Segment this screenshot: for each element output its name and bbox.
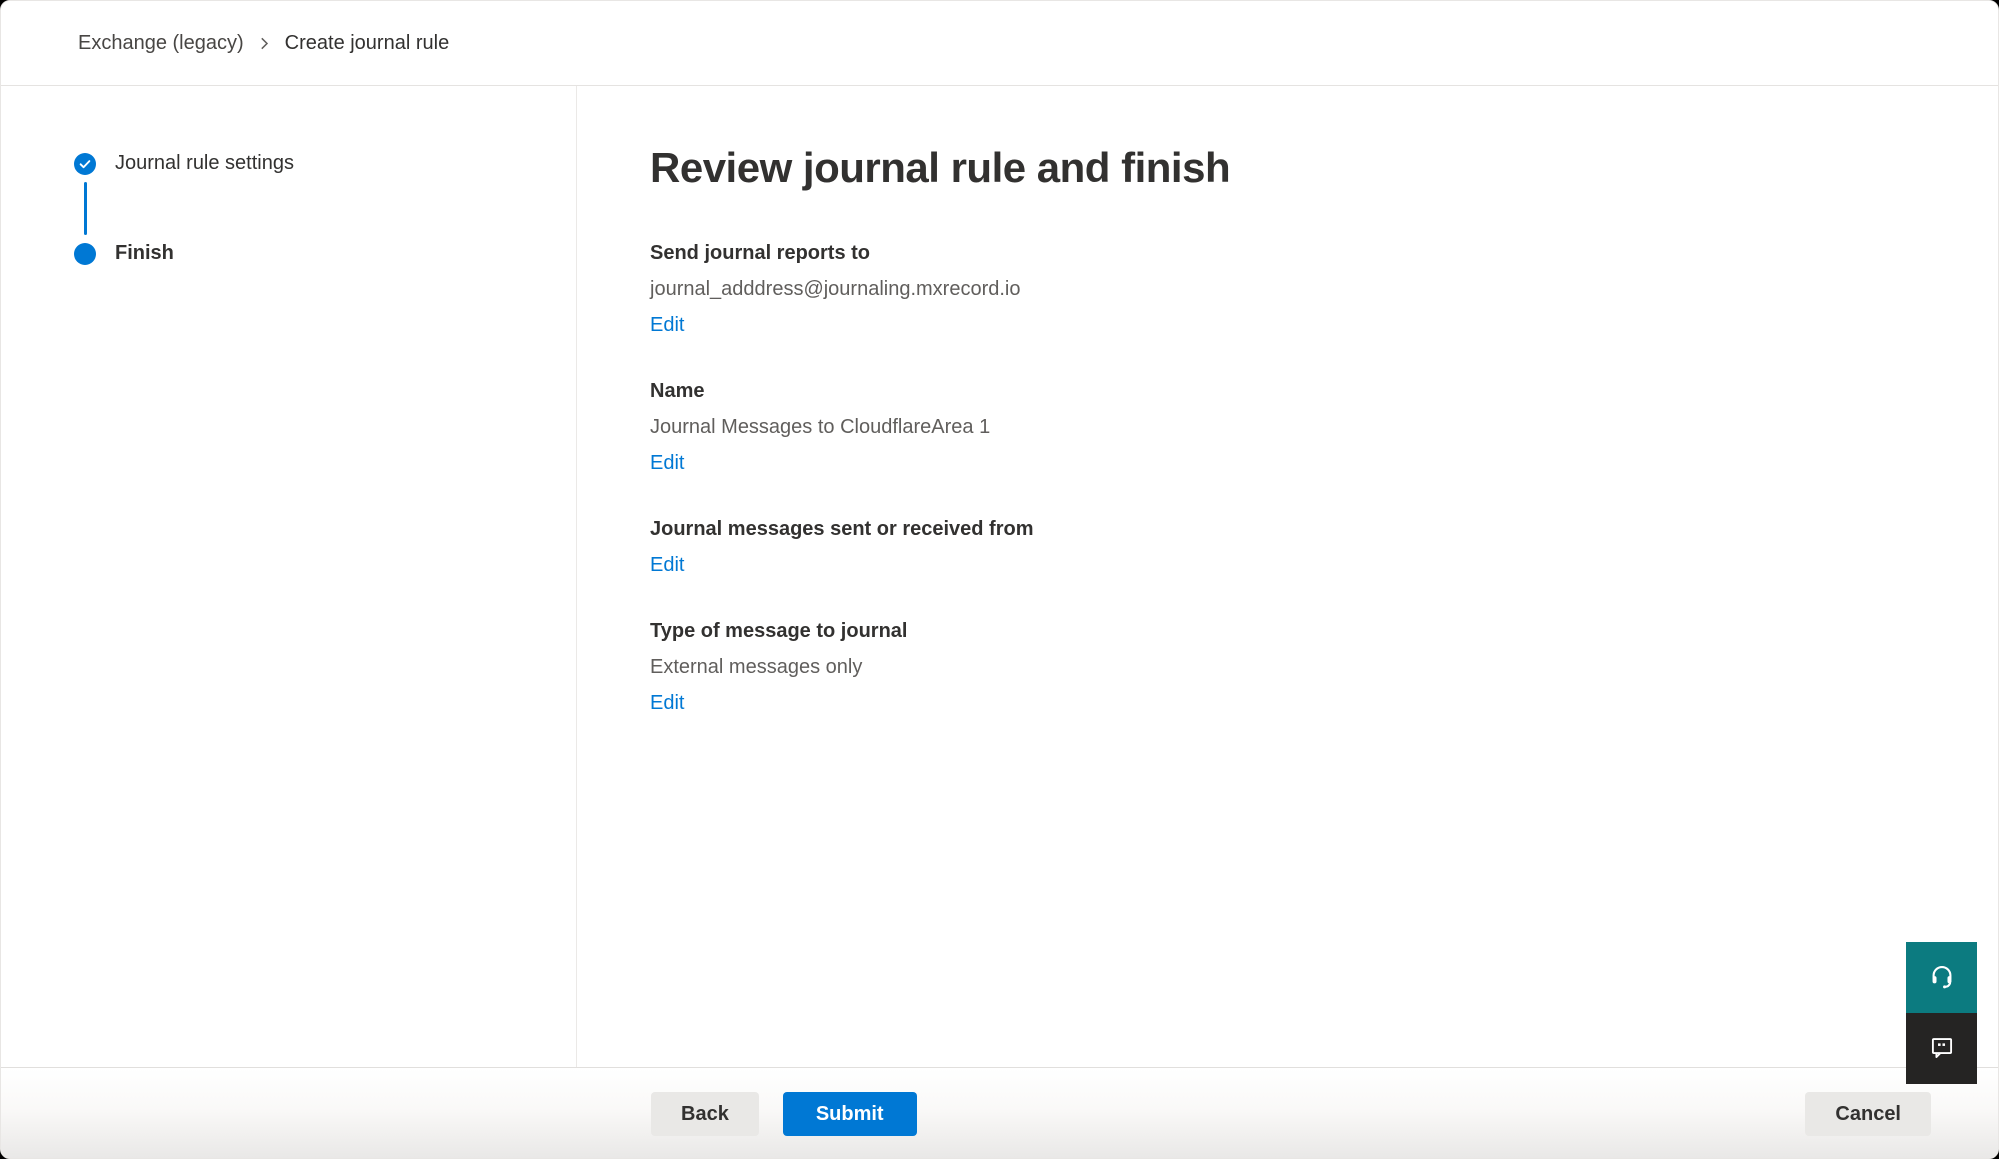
section-label: Journal messages sent or received from: [650, 515, 1998, 543]
section-label: Name: [650, 377, 1998, 405]
breadcrumb: Exchange (legacy) Create journal rule: [1, 1, 1998, 86]
review-pane: Review journal rule and finish Send jour…: [578, 86, 1998, 1067]
headset-icon: [1928, 962, 1956, 993]
chat-icon: [1928, 1033, 1956, 1064]
edit-send-reports-link[interactable]: Edit: [650, 311, 684, 339]
wizard-step-finish[interactable]: Finish: [74, 242, 576, 265]
section-value: Journal Messages to CloudflareArea 1: [650, 413, 1998, 441]
app-window: Exchange (legacy) Create journal rule Jo…: [0, 0, 1999, 1159]
edit-sent-or-received-link[interactable]: Edit: [650, 551, 684, 579]
step-completed-check-icon: [74, 153, 96, 175]
edit-name-link[interactable]: Edit: [650, 449, 684, 477]
step-label: Journal rule settings: [115, 152, 294, 175]
section-value: External messages only: [650, 653, 1998, 681]
review-section-send-reports-to: Send journal reports to journal_adddress…: [650, 239, 1998, 339]
breadcrumb-current-page: Create journal rule: [285, 32, 450, 55]
feedback-button[interactable]: [1906, 1013, 1977, 1084]
back-button[interactable]: Back: [651, 1092, 759, 1136]
section-label: Send journal reports to: [650, 239, 1998, 267]
review-section-name: Name Journal Messages to CloudflareArea …: [650, 377, 1998, 477]
review-section-sent-or-received: Journal messages sent or received from E…: [650, 515, 1998, 579]
edit-message-type-link[interactable]: Edit: [650, 689, 684, 717]
submit-button[interactable]: Submit: [783, 1092, 917, 1136]
section-label: Type of message to journal: [650, 617, 1998, 645]
breadcrumb-chevron-icon: [258, 37, 271, 50]
section-value: journal_adddress@journaling.mxrecord.io: [650, 275, 1998, 303]
breadcrumb-exchange-legacy[interactable]: Exchange (legacy): [78, 32, 244, 55]
review-section-message-type: Type of message to journal External mess…: [650, 617, 1998, 717]
help-button[interactable]: [1906, 942, 1977, 1013]
wizard-step-journal-rule-settings[interactable]: Journal rule settings: [74, 152, 576, 175]
wizard-steps-sidebar: Journal rule settings Finish: [1, 86, 577, 1067]
floating-action-stack: [1906, 942, 1977, 1084]
page-title: Review journal rule and finish: [650, 142, 1998, 195]
wizard-footer: Back Submit Cancel: [1, 1067, 1998, 1158]
step-connector-line: [84, 182, 87, 235]
cancel-button[interactable]: Cancel: [1805, 1092, 1931, 1136]
step-label: Finish: [115, 242, 174, 265]
step-current-dot-icon: [74, 243, 96, 265]
